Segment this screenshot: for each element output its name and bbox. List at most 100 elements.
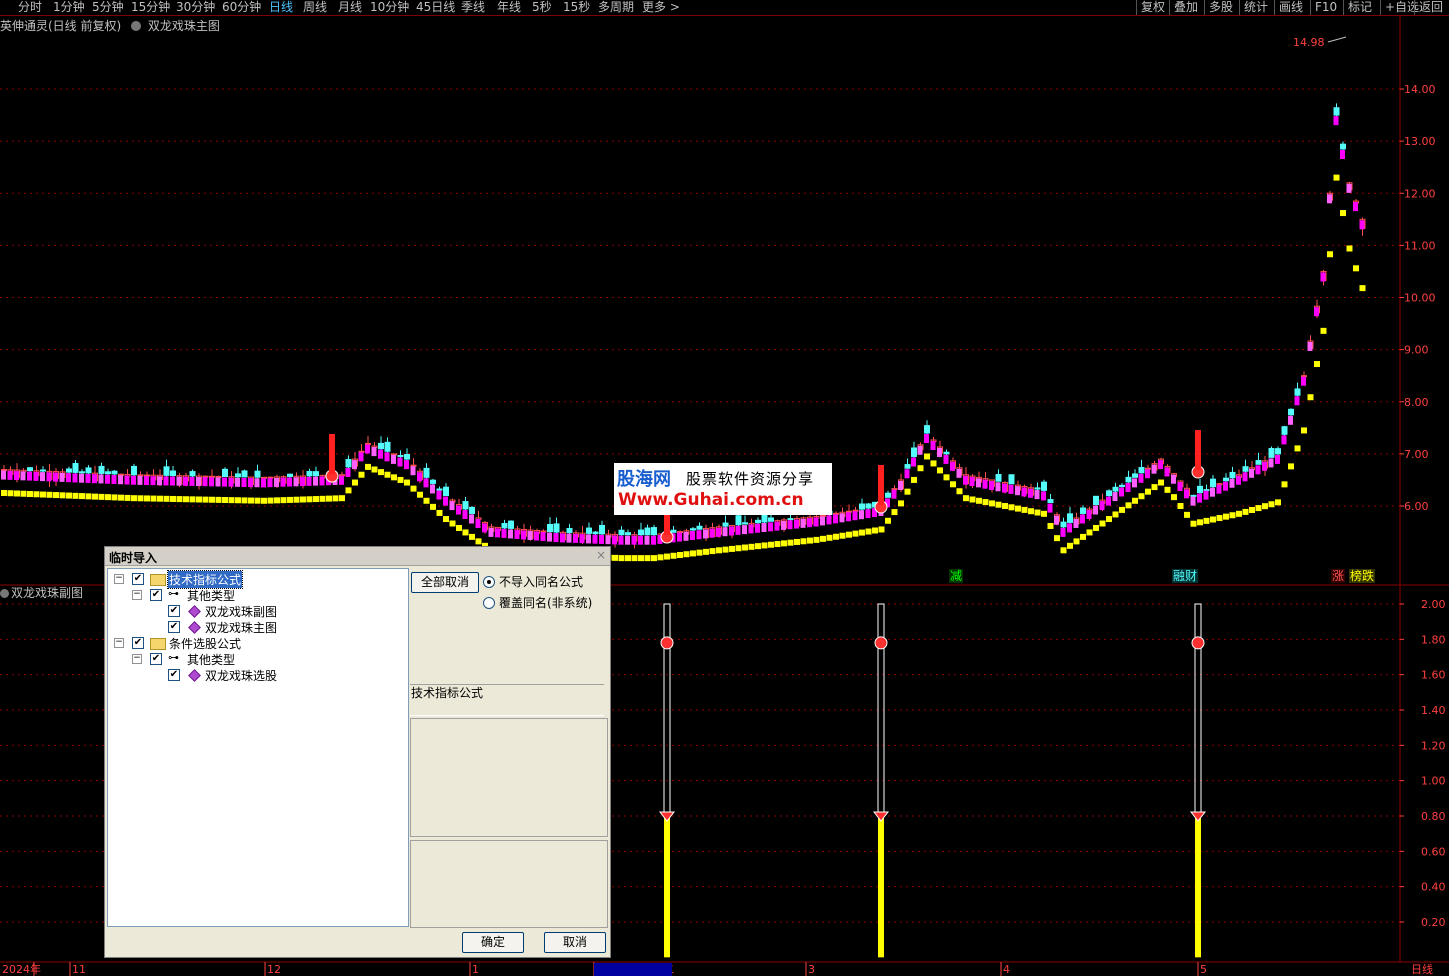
yellow-ribbon-mark [1171, 494, 1177, 501]
magenta-ribbon-mark [1203, 490, 1209, 500]
magenta-ribbon-mark [495, 528, 500, 538]
candle-body [651, 527, 657, 536]
candle-body [625, 532, 631, 536]
magenta-ribbon-mark [176, 476, 182, 486]
tree-node-label[interactable]: 条件选股公式 [168, 635, 242, 652]
candle-body [644, 527, 651, 536]
expand-toggle-icon[interactable]: − [132, 590, 142, 600]
sub-indicator-gear-icon[interactable] [0, 589, 9, 598]
magenta-ribbon-mark [1041, 491, 1046, 501]
candle-body [287, 473, 293, 477]
yellow-ribbon-mark [417, 491, 423, 498]
candle-body [430, 479, 436, 484]
magenta-ribbon-mark [618, 535, 624, 545]
candle-body [547, 523, 553, 533]
yellow-ribbon-mark [1028, 508, 1034, 515]
formula-tree[interactable]: − ✔ 技术指标公式 − ✔ ⊶ 其他类型 ✔ 双龙戏珠副图 ✔ 双龙戏珠主图 − ✔ 条件选股公式 − ✔ ⊶… [107, 568, 409, 927]
yellow-ribbon-mark [1138, 493, 1145, 500]
magenta-ribbon-mark [930, 441, 936, 451]
tree-node-label[interactable]: 双龙戏珠副图 [204, 603, 278, 620]
magenta-ribbon-mark [163, 476, 169, 486]
main-indicator-name[interactable]: 双龙戏珠主图 [148, 19, 220, 33]
tree-checkbox[interactable]: ✔ [168, 621, 180, 633]
magenta-ribbon-mark [924, 434, 929, 444]
expand-toggle-icon[interactable]: − [114, 574, 124, 584]
yellow-ribbon-mark [846, 531, 852, 538]
yellow-ribbon-mark [976, 497, 982, 504]
yellow-ribbon-mark [924, 453, 930, 460]
magenta-ribbon-mark [1281, 435, 1287, 445]
deselect-all-button[interactable]: 全部取消 [411, 572, 479, 593]
expand-toggle-icon[interactable]: − [114, 638, 124, 648]
candle-body [735, 515, 742, 526]
watermark-url: Www.Guhai.com.cn [618, 490, 804, 510]
magenta-ribbon-mark [1034, 490, 1040, 500]
tree-checkbox[interactable]: ✔ [132, 573, 144, 585]
formula-icon [188, 605, 201, 618]
yellow-ribbon-mark [1333, 174, 1340, 181]
candle-body [1112, 486, 1119, 492]
yellow-ribbon-mark [1288, 463, 1294, 470]
candle-body [1281, 426, 1288, 435]
candle-body [1210, 478, 1216, 488]
magenta-ribbon-mark [1008, 484, 1014, 494]
signal-tag: 减 [949, 569, 964, 583]
yellow-ribbon-mark [1015, 505, 1021, 512]
close-icon[interactable]: × [595, 549, 607, 561]
magenta-ribbon-mark [1307, 341, 1313, 351]
tree-checkbox[interactable]: ✔ [132, 637, 144, 649]
magenta-ribbon-mark [774, 521, 780, 531]
tree-checkbox[interactable]: ✔ [150, 589, 162, 601]
expand-toggle-icon[interactable]: − [132, 654, 142, 664]
import-dialog[interactable]: 临时导入 × − ✔ 技术指标公式 − ✔ ⊶ 其他类型 ✔ 双龙戏珠副图 ✔ 双龙戏珠主图 − ✔ 条件… [104, 546, 611, 958]
magenta-ribbon-mark [859, 510, 864, 520]
radio-skip-same[interactable] [483, 576, 495, 588]
candle-body [677, 531, 683, 534]
yellow-ribbon-mark [943, 474, 950, 481]
candle-body [137, 474, 144, 477]
tree-checkbox[interactable]: ✔ [150, 653, 162, 665]
high-price-label: 14.98 [1293, 36, 1325, 49]
candle-body [1242, 466, 1249, 472]
candle-body [618, 529, 625, 536]
dialog-titlebar[interactable]: 临时导入 × [105, 547, 610, 566]
yellow-ribbon-mark [1190, 520, 1197, 527]
divider [410, 715, 604, 716]
candle-body [267, 476, 274, 479]
sub-indicator-name[interactable]: 双龙戏珠副图 [11, 586, 83, 600]
magenta-ribbon-mark [644, 535, 650, 545]
info-label: 技术指标公式 [411, 686, 484, 700]
magenta-ribbon-mark [527, 531, 533, 541]
yellow-ribbon-mark [1353, 265, 1359, 272]
tree-node-label[interactable]: 其他类型 [186, 651, 236, 668]
magenta-ribbon-mark [1216, 484, 1222, 494]
candle-body [846, 510, 852, 513]
cancel-button[interactable]: 取消 [544, 932, 606, 953]
radio-overwrite[interactable] [483, 597, 495, 609]
indicator-gear-icon[interactable] [131, 21, 142, 31]
tree-checkbox[interactable]: ✔ [168, 605, 180, 617]
tree-node-label[interactable]: 其他类型 [186, 587, 236, 604]
magenta-ribbon-mark [66, 473, 71, 483]
magenta-ribbon-mark [365, 444, 370, 454]
yellow-ribbon-mark [1320, 327, 1327, 334]
candle-body [1, 469, 7, 472]
tree-node-label[interactable]: 双龙戏珠主图 [204, 619, 278, 636]
magenta-ribbon-mark [397, 457, 403, 467]
yellow-ribbon-mark [1210, 516, 1216, 523]
yellow-ribbon-mark [1086, 529, 1093, 536]
magenta-ribbon-mark [800, 518, 806, 528]
yellow-ribbon-mark [365, 463, 371, 470]
magenta-ribbon-mark [963, 475, 968, 485]
magenta-ribbon-mark [1073, 518, 1079, 528]
candle-body [85, 467, 92, 474]
yellow-ribbon-mark [1093, 524, 1099, 531]
tree-node-label[interactable]: 技术指标公式 [166, 570, 244, 589]
magenta-ribbon-mark [1060, 527, 1066, 537]
tree-checkbox[interactable]: ✔ [168, 669, 180, 681]
candle-body [384, 441, 391, 452]
magenta-ribbon-mark [1132, 478, 1137, 488]
tree-node-label[interactable]: 双龙戏珠选股 [204, 667, 278, 684]
yellow-ribbon-mark [358, 471, 365, 478]
ok-button[interactable]: 确定 [462, 932, 524, 953]
